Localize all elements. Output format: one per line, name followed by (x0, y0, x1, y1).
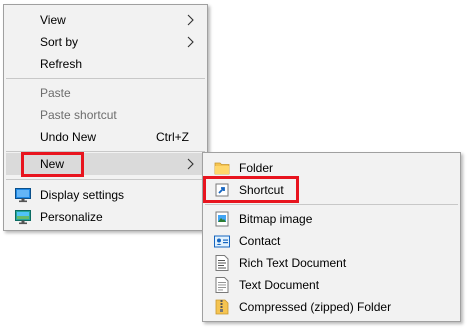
shortcut-highlight-box (203, 176, 299, 203)
menu-item-label: Personalize (40, 210, 103, 224)
menu-item-personalize[interactable]: Personalize (6, 206, 205, 228)
submenu-item-bitmap-image[interactable]: Bitmap image (205, 208, 458, 230)
rich-text-icon (215, 255, 229, 271)
menu-item-paste-shortcut[interactable]: Paste shortcut (6, 104, 205, 126)
bitmap-icon (215, 211, 229, 227)
chevron-right-icon (187, 36, 194, 48)
menu-item-display-settings[interactable]: Display settings (6, 184, 205, 206)
contact-icon (214, 235, 230, 248)
text-document-icon (215, 277, 229, 293)
menu-item-label: Text Document (239, 278, 320, 292)
personalize-icon (15, 210, 31, 225)
menu-item-label: View (40, 13, 66, 27)
menu-item-label: Bitmap image (239, 212, 313, 226)
folder-icon (214, 162, 230, 175)
menu-item-label: Paste (40, 86, 71, 100)
keyboard-shortcut: Ctrl+Z (156, 130, 189, 144)
menu-separator (6, 78, 205, 79)
menu-item-view[interactable]: View (6, 9, 205, 31)
menu-item-label: Folder (239, 161, 274, 175)
submenu-item-rich-text-document[interactable]: Rich Text Document (205, 252, 458, 274)
menu-item-sort-by[interactable]: Sort by (6, 31, 205, 53)
menu-item-label: Compressed (zipped) Folder (239, 300, 392, 314)
submenu-item-compressed-folder[interactable]: Compressed (zipped) Folder (205, 296, 458, 318)
chevron-right-icon (187, 158, 194, 170)
menu-separator (6, 179, 205, 180)
desktop-context-menu: View Sort by Refresh Paste Paste shortcu… (3, 4, 208, 231)
menu-item-paste[interactable]: Paste (6, 82, 205, 104)
menu-item-label: Sort by (40, 35, 79, 49)
menu-item-label: Display settings (40, 188, 125, 202)
submenu-item-contact[interactable]: Contact (205, 230, 458, 252)
chevron-right-icon (187, 14, 194, 26)
submenu-item-text-document[interactable]: Text Document (205, 274, 458, 296)
menu-item-label: Paste shortcut (40, 108, 117, 122)
zip-folder-icon (215, 299, 229, 315)
menu-item-label: Contact (239, 234, 281, 248)
menu-item-undo-new[interactable]: Undo New Ctrl+Z (6, 126, 205, 148)
menu-item-label: Undo New (40, 130, 97, 144)
menu-separator (205, 204, 458, 205)
menu-item-label: Rich Text Document (239, 256, 347, 270)
new-highlight-box (21, 152, 84, 177)
menu-item-refresh[interactable]: Refresh (6, 53, 205, 75)
display-settings-icon (15, 188, 31, 203)
menu-item-label: Refresh (40, 57, 83, 71)
